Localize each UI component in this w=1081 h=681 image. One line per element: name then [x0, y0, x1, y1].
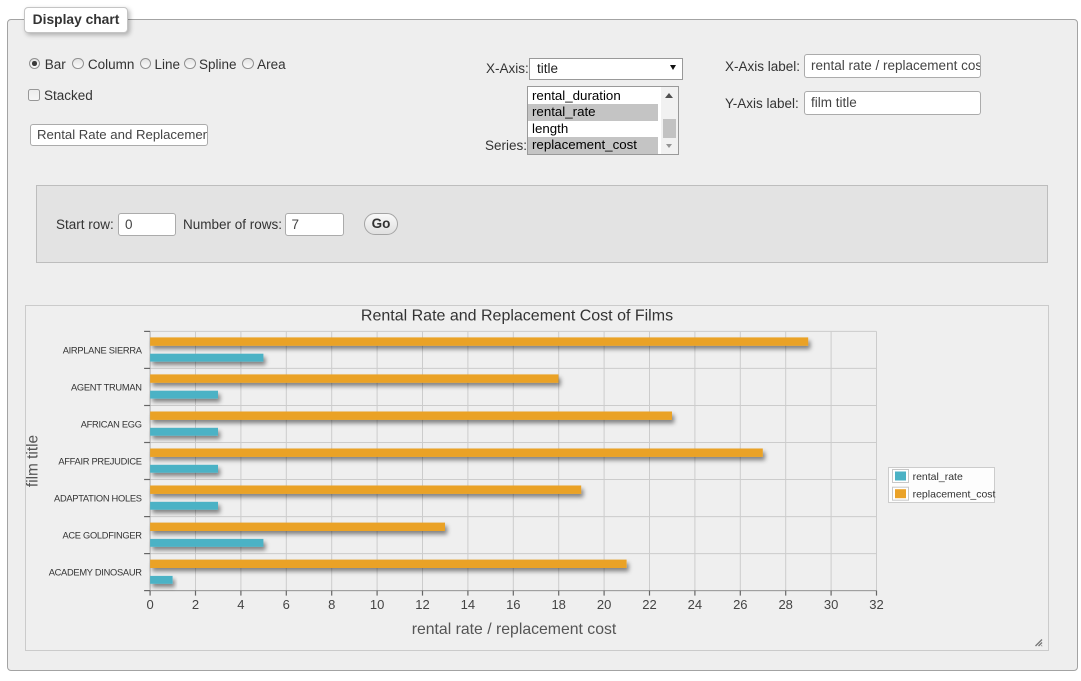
svg-text:ACE GOLDFINGER: ACE GOLDFINGER [62, 531, 142, 541]
svg-text:ACADEMY DINOSAUR: ACADEMY DINOSAUR [49, 568, 143, 578]
svg-text:0: 0 [146, 597, 153, 612]
svg-text:24: 24 [688, 597, 702, 612]
svg-text:AFRICAN EGG: AFRICAN EGG [81, 420, 142, 430]
svg-text:28: 28 [778, 597, 792, 612]
svg-text:rental_rate: rental_rate [913, 471, 963, 483]
svg-text:rental rate / replacement cost: rental rate / replacement cost [412, 621, 617, 638]
svg-text:Rental Rate and Replacement Co: Rental Rate and Replacement Cost of Film… [361, 308, 673, 325]
svg-text:4: 4 [237, 597, 244, 612]
svg-text:replacement_cost: replacement_cost [913, 489, 996, 501]
svg-text:20: 20 [597, 597, 611, 612]
svg-text:AGENT TRUMAN: AGENT TRUMAN [71, 383, 142, 393]
svg-text:14: 14 [461, 597, 475, 612]
svg-text:12: 12 [415, 597, 429, 612]
svg-text:film title: film title [26, 435, 42, 487]
svg-text:22: 22 [642, 597, 656, 612]
svg-text:18: 18 [551, 597, 565, 612]
svg-text:30: 30 [824, 597, 838, 612]
svg-text:32: 32 [869, 597, 883, 612]
svg-text:AIRPLANE SIERRA: AIRPLANE SIERRA [63, 346, 143, 356]
svg-text:26: 26 [733, 597, 747, 612]
svg-text:8: 8 [328, 597, 335, 612]
svg-text:ADAPTATION HOLES: ADAPTATION HOLES [54, 494, 142, 504]
svg-text:10: 10 [370, 597, 384, 612]
svg-text:2: 2 [192, 597, 199, 612]
svg-text:6: 6 [283, 597, 290, 612]
svg-text:16: 16 [506, 597, 520, 612]
svg-text:AFFAIR PREJUDICE: AFFAIR PREJUDICE [58, 457, 141, 467]
